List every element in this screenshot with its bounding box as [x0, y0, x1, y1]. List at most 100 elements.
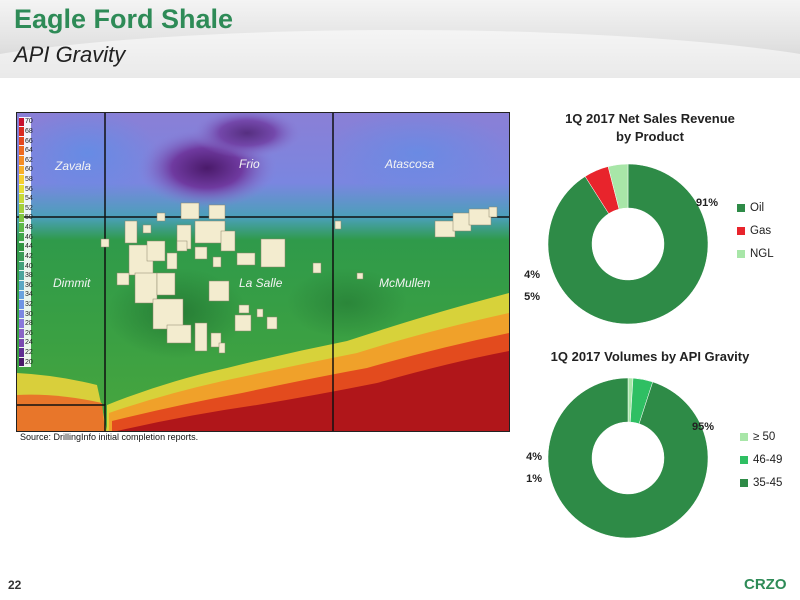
revenue-legend: Oil Gas NGL: [737, 196, 774, 265]
scale-tick: 42: [19, 252, 41, 262]
scale-tick: 56: [19, 184, 41, 194]
scale-tick: 48: [19, 223, 41, 233]
legend-item: NGL: [737, 242, 774, 265]
legend-swatch: [737, 249, 745, 258]
scale-swatch: [19, 175, 24, 184]
data-label: 95%: [692, 421, 714, 433]
scale-tick: 60: [19, 165, 41, 175]
legend-item: Gas: [737, 219, 774, 242]
scale-tick: 38: [19, 271, 41, 281]
scale-swatch: [19, 338, 24, 348]
legend-item: Oil: [737, 196, 774, 219]
scale-tick: 30: [19, 309, 41, 319]
scale-swatch: [19, 271, 24, 280]
scale-tick: 34: [19, 290, 41, 300]
chart-title: 1Q 2017 Volumes by API Gravity: [530, 348, 770, 366]
scale-swatch: [19, 319, 24, 329]
legend-swatch: [737, 226, 745, 235]
county-label: Zavala: [55, 159, 92, 173]
scale-legend: 70 68 66 64 62 60 58 56 54 52 50 48 46 44 42 40 38 36 34 32…: [19, 117, 33, 367]
slide-subtitle: API Gravity: [14, 42, 126, 67]
company-logo: CRZO: [744, 576, 787, 593]
scale-tick: 52: [19, 204, 41, 214]
legend-label: ≥ 50: [753, 430, 776, 443]
scale-swatch: [19, 165, 24, 175]
legend-swatch: [740, 432, 748, 441]
scale-tick-label: 42: [25, 252, 33, 260]
scale-tick-label: 46: [25, 233, 33, 241]
scale-swatch: [19, 194, 24, 204]
scale-tick: 36: [19, 280, 41, 290]
data-label: 1%: [526, 473, 542, 485]
county-label: Atascosa: [385, 157, 435, 171]
legend-label: 35-45: [753, 476, 783, 489]
scale-tick-label: 54: [25, 195, 33, 203]
scale-tick-label: 32: [25, 300, 33, 308]
legend-swatch: [737, 203, 745, 212]
data-label: 4%: [524, 269, 540, 281]
donut-slice-35-45: [547, 377, 709, 539]
scale-tick: 40: [19, 261, 41, 271]
scale-tick-label: 24: [25, 339, 33, 347]
legend-label: Gas: [750, 224, 772, 237]
scale-tick: 32: [19, 300, 41, 310]
scale-tick-label: 30: [25, 310, 33, 318]
scale-tick: 22: [19, 348, 41, 358]
scale-tick: 44: [19, 242, 41, 252]
scale-swatch: [19, 348, 24, 357]
scale-tick-label: 34: [25, 291, 33, 299]
scale-tick-label: 36: [25, 281, 33, 289]
scale-swatch: [19, 117, 24, 127]
scale-swatch: [19, 280, 24, 290]
scale-tick-label: 50: [25, 214, 33, 222]
legend-item: 46-49: [740, 448, 782, 471]
scale-tick: 50: [19, 213, 41, 223]
chart-title-line: by Product: [616, 129, 684, 144]
scale-tick: 28: [19, 319, 41, 329]
scale-tick-label: 56: [25, 185, 33, 193]
scale-swatch: [19, 146, 24, 155]
scale-tick-label: 38: [25, 272, 33, 280]
legend-swatch: [740, 455, 748, 464]
scale-tick: 68: [19, 127, 41, 137]
legend-item: 35-45: [740, 471, 782, 494]
scale-tick: 46: [19, 232, 41, 242]
scale-tick: 54: [19, 194, 41, 204]
county-label: Dimmit: [53, 276, 91, 290]
scale-swatch: [19, 252, 24, 261]
scale-swatch: [19, 127, 24, 136]
scale-tick: 70: [19, 117, 41, 127]
scale-tick-label: 68: [25, 127, 33, 135]
scale-tick-label: 52: [25, 204, 33, 212]
scale-tick-label: 58: [25, 175, 33, 183]
scale-swatch: [19, 261, 24, 271]
scale-swatch: [19, 204, 24, 213]
scale-tick-label: 44: [25, 243, 33, 251]
chart-title: 1Q 2017 Net Sales Revenue by Product: [530, 110, 770, 146]
page-number: 22: [8, 578, 22, 592]
scale-tick: 66: [19, 136, 41, 146]
scale-tick: 24: [19, 338, 41, 348]
data-label: 4%: [526, 451, 542, 463]
legend-label: 46-49: [753, 453, 783, 466]
scale-tick-label: 26: [25, 329, 33, 337]
legend-label: Oil: [750, 201, 765, 214]
county-label: McMullen: [379, 276, 431, 290]
scale-swatch: [19, 232, 24, 242]
scale-tick-label: 22: [25, 349, 33, 357]
legend-item: ≥ 50: [740, 425, 782, 448]
api-gravity-map: 70 68 66 64 62 60 58 56 54 52 50 48 46 44 42 40 38 36 34 32…: [16, 112, 510, 432]
scale-tick-label: 20: [25, 358, 33, 366]
scale-tick-label: 62: [25, 156, 33, 164]
chart-title-line: 1Q 2017 Volumes by API Gravity: [550, 349, 750, 364]
scale-swatch: [19, 300, 24, 309]
scale-swatch: [19, 223, 24, 232]
scale-swatch: [19, 242, 24, 252]
scale-tick: 58: [19, 175, 41, 185]
slide-title: Eagle Ford Shale: [14, 4, 234, 34]
scale-swatch: [19, 309, 24, 319]
county-label: La Salle: [239, 276, 283, 290]
scale-tick-label: 70: [25, 118, 33, 126]
legend-label: NGL: [750, 247, 774, 260]
volume-legend: ≥ 50 46-49 35-45: [740, 425, 782, 494]
